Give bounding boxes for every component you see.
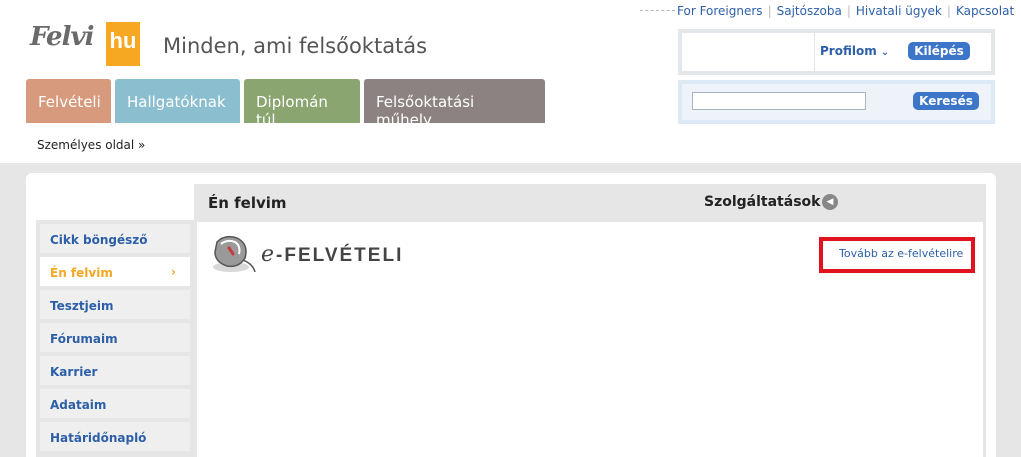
- panel-body: e-FELVÉTELI Tovább az e-felvételire: [197, 222, 983, 457]
- tab-felveteli[interactable]: Felvételi: [26, 79, 111, 123]
- e-felveteli-link[interactable]: Tovább az e-felvételire: [839, 247, 963, 260]
- sidebar-item-label: Én felvim: [50, 266, 113, 280]
- main-nav: Felvételi Hallgatóknak Diplomán túl Fels…: [26, 79, 549, 129]
- panel-header: Én felvim Szolgáltatások ◀: [194, 184, 986, 220]
- sidebar-item-label: Cikk böngésző: [50, 233, 148, 247]
- link-kapcsolat[interactable]: Kapcsolat: [951, 4, 1019, 18]
- services-toggle[interactable]: Szolgáltatások: [704, 194, 820, 210]
- sidebar-item-label: Tesztjeim: [50, 299, 114, 313]
- tab-hallgatoknak[interactable]: Hallgatóknak: [115, 79, 240, 123]
- sidebar-item-forumaim[interactable]: Fórumaim: [40, 323, 190, 354]
- sidebar-item-adataim[interactable]: Adataim: [40, 389, 190, 420]
- e-felveteli-word: -FELVÉTELI: [276, 245, 404, 266]
- sidebar-item-label: Fórumaim: [50, 332, 118, 346]
- chevron-down-icon: ⌄: [880, 47, 890, 58]
- breadcrumb[interactable]: Személyes oldal »: [37, 138, 145, 152]
- sidebar-item-cikk-bongeszo[interactable]: Cikk böngésző: [40, 224, 190, 255]
- account-box: Profilom ⌄ Kilépés: [678, 29, 995, 75]
- logo-word: Felvi: [30, 22, 94, 52]
- tab-diploman-tul[interactable]: Diplomán túl: [244, 79, 360, 129]
- tab-felsooktatasi-muhely[interactable]: Felsőoktatási műhely: [364, 79, 545, 129]
- e-felveteli-logo: e-FELVÉTELI: [209, 234, 409, 278]
- sidebar-item-en-felvim[interactable]: Én felvim ›: [40, 257, 190, 288]
- arrow-left-circle-icon[interactable]: ◀: [822, 194, 838, 210]
- sidebar-item-label: Határidőnapló: [50, 431, 147, 445]
- profile-label: Profilom: [820, 44, 877, 58]
- sidebar-item-tesztjeim[interactable]: Tesztjeim: [40, 290, 190, 321]
- link-hivatali-ugyek[interactable]: Hivatali ügyek: [851, 4, 947, 18]
- link-sajtoszoba[interactable]: Sajtószoba: [772, 4, 847, 18]
- profile-dropdown[interactable]: Profilom ⌄: [820, 44, 889, 58]
- sidebar-item-karrier[interactable]: Karrier: [40, 356, 190, 387]
- account-divider: [814, 33, 815, 71]
- page: For Foreigners | Sajtószoba | Hivatali ü…: [0, 0, 1021, 457]
- chevron-right-icon: ›: [171, 265, 176, 279]
- sidebar-item-hataridonaplo[interactable]: Határidőnapló: [40, 422, 190, 453]
- page-title: Én felvim: [208, 194, 287, 212]
- computer-mouse-icon: [213, 235, 256, 273]
- site-logo[interactable]: Felvi hu: [30, 22, 140, 66]
- sidebar: Cikk böngésző Én felvim › Tesztjeim Fórum…: [36, 220, 194, 457]
- top-links: For Foreigners | Sajtószoba | Hivatali ü…: [672, 4, 1019, 18]
- search-button[interactable]: Keresés: [913, 92, 979, 110]
- e-felveteli-prefix: e: [261, 242, 277, 267]
- logout-button[interactable]: Kilépés: [908, 42, 970, 60]
- search-box: Keresés: [678, 80, 995, 124]
- link-for-foreigners[interactable]: For Foreigners: [672, 4, 768, 18]
- site-tagline: Minden, ami felsőoktatás: [163, 34, 428, 58]
- sidebar-item-label: Karrier: [50, 365, 98, 379]
- logo-hu-box: hu: [106, 22, 140, 66]
- sidebar-item-label: Adataim: [50, 398, 107, 412]
- toplinks-divider: [640, 10, 675, 11]
- search-input[interactable]: [692, 92, 866, 110]
- main-panel: Én felvim Szolgáltatások ◀ e-FELVÉTELI T…: [194, 184, 986, 457]
- highlight-box: Tovább az e-felvételire: [819, 237, 975, 273]
- e-felveteli-wordmark: e-FELVÉTELI: [261, 242, 403, 267]
